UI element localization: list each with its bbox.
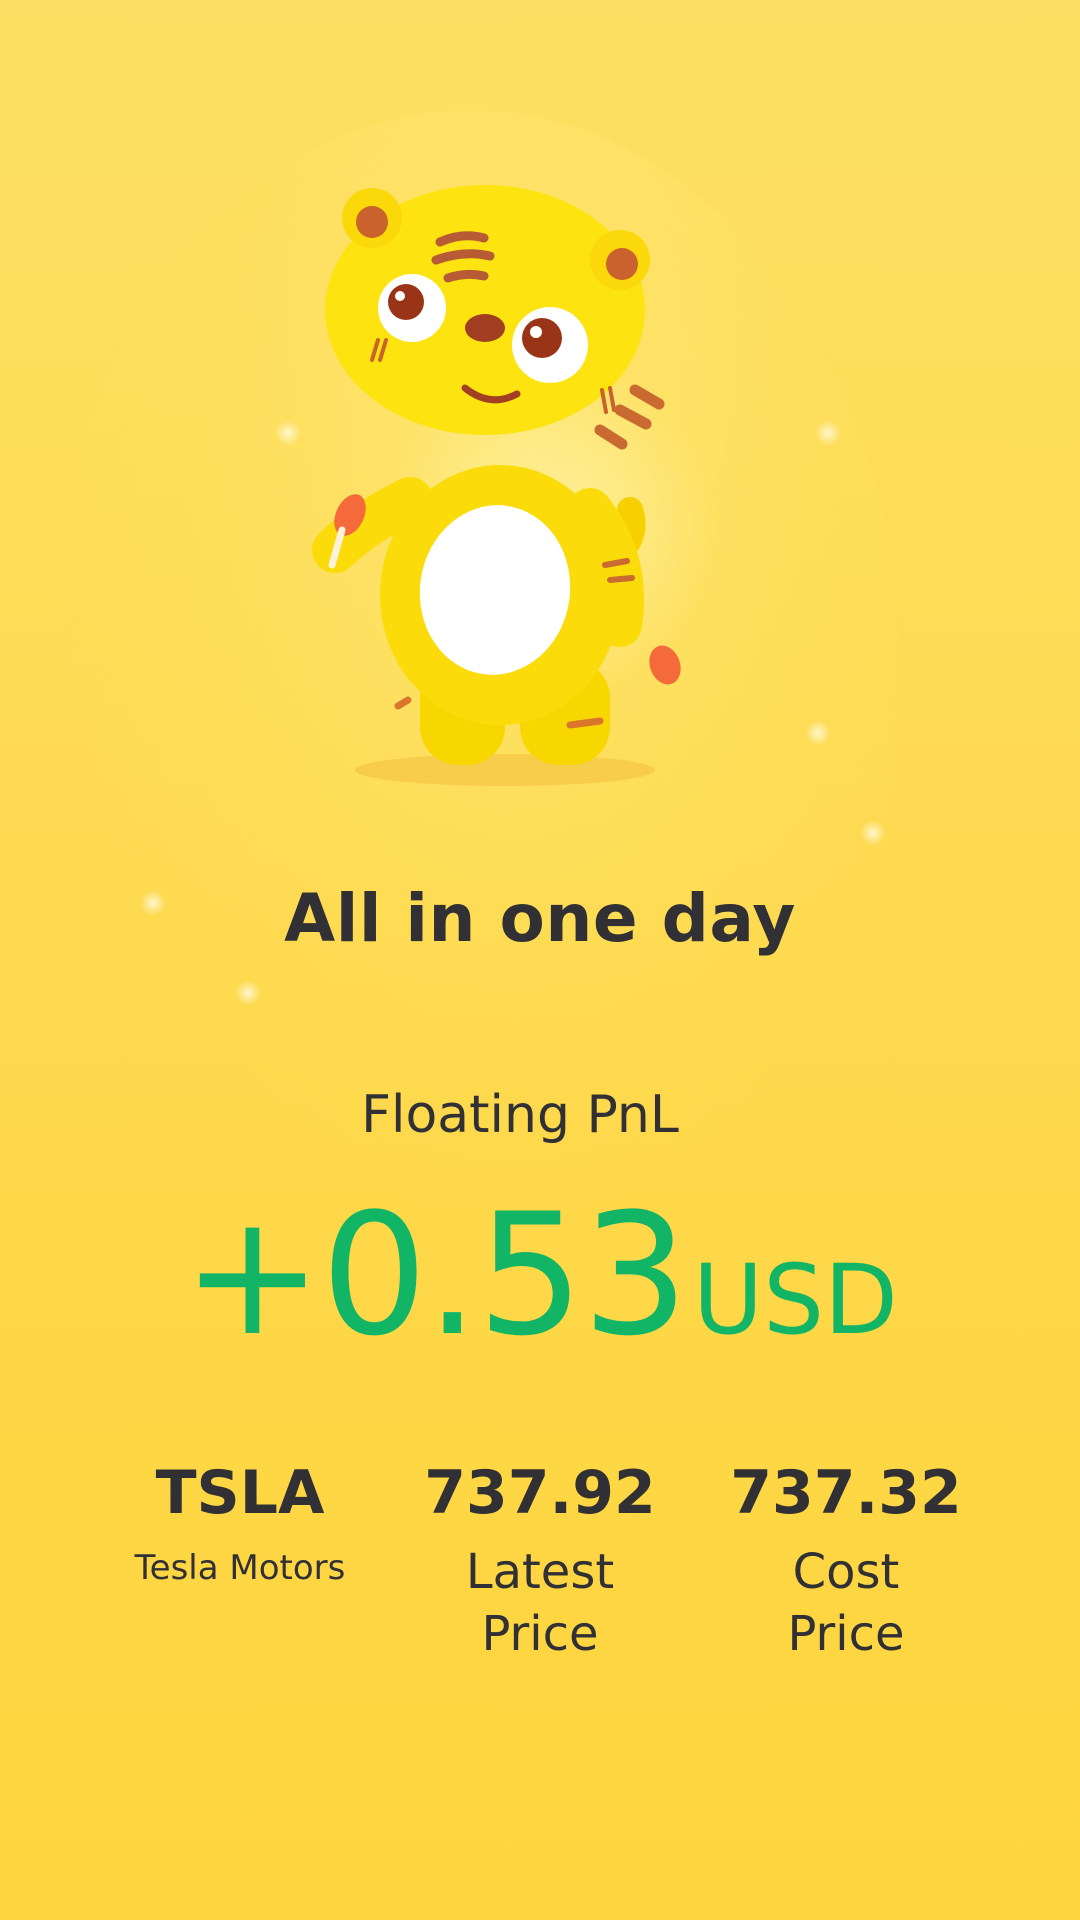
floating-pnl-label: Floating PnL — [361, 1085, 679, 1145]
sparkle-icon — [235, 980, 261, 1006]
cost-price-label: Cost Price — [787, 1544, 905, 1662]
floating-pnl-amount: +0.53USD — [0, 1185, 1080, 1365]
sparkle-icon — [805, 720, 831, 746]
sparkle-icon — [275, 420, 301, 446]
sparkle-icon — [860, 820, 886, 846]
pnl-value: +0.53 — [182, 1177, 689, 1373]
share-card: All in one day Floating PnL +0.53USD TSL… — [0, 0, 1080, 1920]
stock-symbol-stat: TSLA Tesla Motors — [80, 1455, 400, 1589]
pnl-currency: USD — [692, 1244, 898, 1356]
latest-price-stat: 737.92 Latest Price — [380, 1455, 700, 1665]
stock-name: Tesla Motors — [134, 1548, 346, 1588]
latest-price-label: Latest Price — [465, 1544, 615, 1662]
sparkle-icon — [815, 420, 841, 446]
stock-symbol: TSLA — [155, 1458, 325, 1528]
tiger-mascot-icon — [312, 185, 681, 786]
cost-price-value: 737.32 — [730, 1458, 962, 1528]
headline: All in one day — [284, 880, 796, 957]
cost-price-stat: 737.32 Cost Price — [686, 1455, 1006, 1665]
latest-price-value: 737.92 — [424, 1458, 656, 1528]
